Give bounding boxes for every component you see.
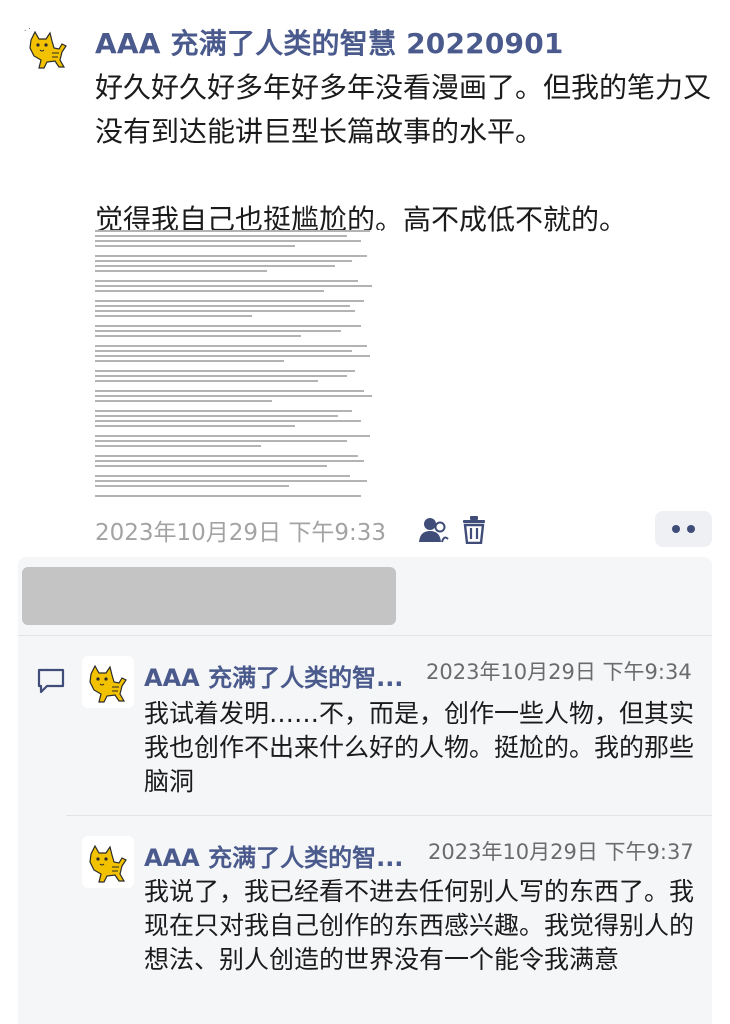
cat-avatar-icon [89,664,127,703]
post-avatar[interactable]: . · [22,22,74,74]
post-author-name[interactable]: AAA 充满了人类的智慧 20220901 [95,22,564,62]
comment-text: 我说了，我已经看不进去任何别人写的东西了。我现在只对我自己创作的东西感兴趣。我觉… [144,877,695,974]
comment-author-name[interactable]: AAA 充满了人类的智... [144,658,403,693]
comment-author-name[interactable]: AAA 充满了人类的智... [144,838,403,873]
divider [18,635,712,636]
comments-panel: AAA 充满了人类的智... 2023年10月29日 下午9:34 我试着发明…… [18,557,712,1024]
cat-avatar-icon: . · [24,25,67,69]
trash-icon [463,516,485,544]
likes-bar [22,567,396,625]
post-timestamp: 2023年10月29日 下午9:33 [95,520,387,546]
delete-button[interactable] [457,513,491,547]
more-options-button[interactable] [655,511,712,547]
comment-bubble-icon [37,668,65,694]
comment-text: 我试着发明……不，而是，创作一些人物，但其实我也创作不出来什么好的人物。挺尬的。… [144,699,695,796]
post-meta: 2023年10月29日 下午9:33 [95,511,715,547]
more-dots-icon [672,525,680,533]
comment-avatar[interactable] [82,836,134,888]
comment-avatar[interactable] [82,656,134,708]
comment-timestamp: 2023年10月29日 下午9:37 [428,840,694,864]
people-icon [419,518,449,543]
svg-text:. ·: . · [24,25,31,33]
comment-timestamp: 2023年10月29日 下午9:34 [426,660,692,684]
post-body: 好久好久好多年好多年没看漫画了。但我的笔力又没有到达能讲巨型长篇故事的水平。 觉… [95,66,715,242]
divider [66,815,712,816]
cat-avatar-icon [89,844,127,883]
post-paragraph: 好久好久好多年好多年没看漫画了。但我的笔力又没有到达能讲巨型长篇故事的水平。 [95,71,712,148]
visibility-button[interactable] [417,513,451,547]
post-image-attachment[interactable] [95,230,381,500]
